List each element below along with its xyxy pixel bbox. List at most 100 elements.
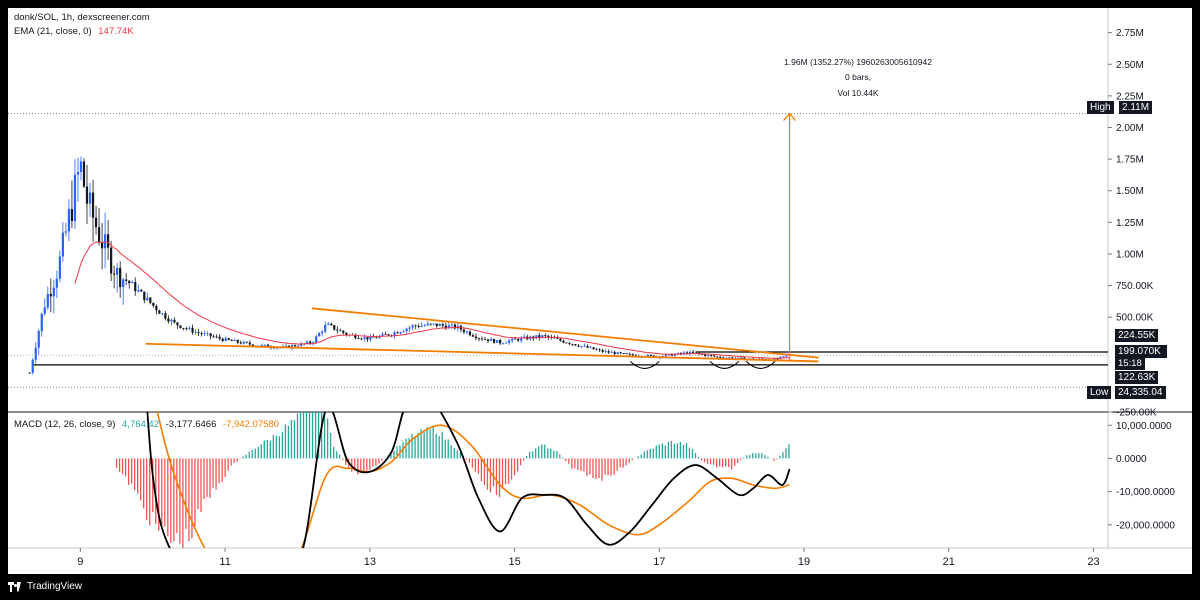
candle-body[interactable]: [505, 342, 508, 344]
candle-body[interactable]: [318, 333, 321, 337]
tradingview-logo[interactable]: TradingView: [8, 581, 82, 592]
candle-body[interactable]: [704, 354, 707, 356]
candle-body[interactable]: [465, 331, 469, 333]
candle-body[interactable]: [336, 329, 339, 331]
candle-body[interactable]: [682, 352, 686, 354]
candle-body[interactable]: [517, 339, 520, 341]
candle-body[interactable]: [345, 332, 348, 335]
candle-body[interactable]: [321, 331, 324, 334]
candle-body[interactable]: [218, 336, 221, 339]
candle-body[interactable]: [230, 339, 233, 341]
candle-body[interactable]: [601, 350, 604, 352]
candle-body[interactable]: [502, 343, 505, 345]
candle-body[interactable]: [782, 356, 785, 357]
candle-body[interactable]: [342, 330, 345, 333]
candle-body[interactable]: [61, 232, 64, 257]
candle-body[interactable]: [97, 227, 101, 242]
candle-body[interactable]: [474, 336, 478, 339]
candle-body[interactable]: [375, 337, 378, 339]
candle-body[interactable]: [137, 289, 140, 292]
candle-body[interactable]: [495, 340, 499, 343]
candle-body[interactable]: [631, 354, 634, 356]
candle-body[interactable]: [43, 307, 46, 314]
candle-body[interactable]: [164, 313, 167, 319]
candle-body[interactable]: [188, 327, 191, 329]
candle-body[interactable]: [649, 354, 652, 356]
candle-body[interactable]: [191, 327, 194, 333]
candle-body[interactable]: [486, 339, 490, 341]
candle-body[interactable]: [209, 333, 212, 337]
candle-body[interactable]: [441, 324, 444, 326]
candle-body[interactable]: [149, 297, 152, 303]
candle-body[interactable]: [284, 345, 288, 347]
candle-body[interactable]: [664, 354, 668, 357]
candle-body[interactable]: [414, 325, 417, 327]
candle-body[interactable]: [152, 302, 155, 306]
candle-body[interactable]: [598, 349, 601, 351]
candle-body[interactable]: [88, 192, 92, 204]
candle-body[interactable]: [170, 319, 173, 322]
candle-body[interactable]: [182, 327, 185, 329]
candle-body[interactable]: [215, 336, 218, 338]
candle-body[interactable]: [67, 209, 71, 232]
candle-body[interactable]: [432, 323, 435, 325]
candle-body[interactable]: [155, 305, 158, 311]
candle-body[interactable]: [58, 256, 61, 279]
candle-body[interactable]: [462, 329, 466, 333]
candle-body[interactable]: [91, 192, 95, 218]
candle-body[interactable]: [438, 324, 441, 327]
candle-body[interactable]: [568, 343, 571, 345]
candle-body[interactable]: [194, 332, 197, 333]
candle-body[interactable]: [402, 331, 405, 333]
candle-body[interactable]: [248, 342, 251, 345]
candle-body[interactable]: [499, 340, 502, 344]
candle-body[interactable]: [110, 247, 113, 274]
candle-body[interactable]: [408, 327, 411, 329]
candle-body[interactable]: [113, 273, 116, 275]
candle-body[interactable]: [411, 325, 414, 328]
candle-body[interactable]: [785, 355, 788, 357]
candle-body[interactable]: [399, 332, 402, 334]
candle-body[interactable]: [131, 282, 134, 284]
candle-body[interactable]: [625, 353, 628, 355]
candle-body[interactable]: [619, 352, 622, 354]
candle-body[interactable]: [559, 338, 562, 341]
candle-body[interactable]: [393, 332, 396, 336]
candle-body[interactable]: [387, 334, 390, 336]
candle-body[interactable]: [707, 355, 710, 356]
candle-body[interactable]: [31, 359, 34, 373]
candle-body[interactable]: [55, 278, 58, 288]
macd-line[interactable]: [138, 259, 791, 574]
candle-body[interactable]: [176, 322, 179, 326]
candle-body[interactable]: [324, 324, 327, 332]
candle-body[interactable]: [740, 357, 743, 359]
candle-body[interactable]: [586, 345, 589, 348]
candle-body[interactable]: [263, 344, 267, 346]
candle-body[interactable]: [423, 325, 426, 327]
candle-body[interactable]: [49, 293, 52, 297]
candle-body[interactable]: [236, 340, 239, 343]
candle-body[interactable]: [315, 336, 318, 343]
candle-body[interactable]: [544, 335, 547, 337]
candle-body[interactable]: [76, 172, 80, 175]
candle-body[interactable]: [366, 337, 369, 340]
candle-body[interactable]: [589, 347, 592, 349]
candle-body[interactable]: [64, 231, 67, 233]
candle-body[interactable]: [158, 310, 161, 314]
candle-body[interactable]: [574, 344, 577, 346]
candle-body[interactable]: [435, 323, 438, 327]
candle-body[interactable]: [471, 335, 475, 337]
candle-body[interactable]: [556, 338, 559, 340]
candle-body[interactable]: [185, 328, 188, 329]
candle-body[interactable]: [333, 325, 336, 330]
candle-body[interactable]: [580, 346, 583, 347]
candle-body[interactable]: [82, 161, 86, 187]
candle-body[interactable]: [122, 279, 125, 288]
candle-body[interactable]: [203, 333, 206, 335]
candle-body[interactable]: [94, 217, 98, 228]
candle-body[interactable]: [339, 330, 342, 332]
candle-body[interactable]: [577, 345, 580, 347]
candle-body[interactable]: [571, 344, 574, 345]
candle-body[interactable]: [103, 234, 107, 249]
candle-body[interactable]: [511, 338, 514, 341]
